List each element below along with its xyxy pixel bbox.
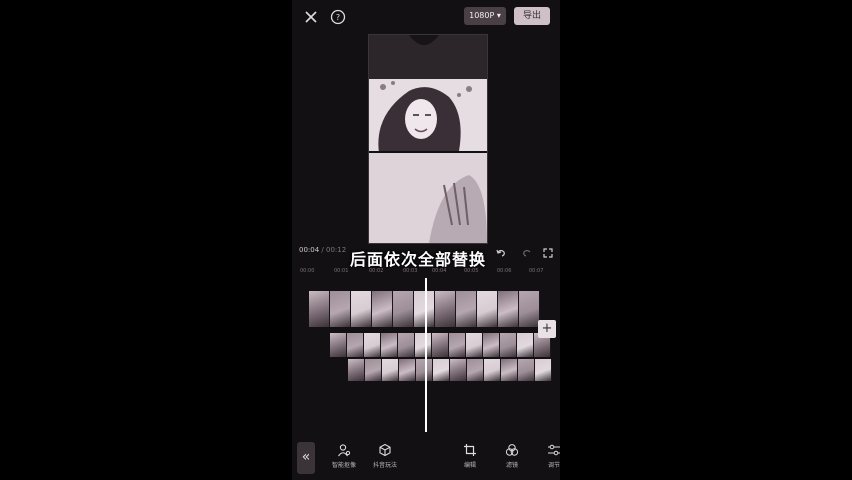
clip-thumbnail	[456, 291, 477, 327]
svg-text:?: ?	[336, 13, 340, 22]
ruler-tick: 00:03	[403, 268, 418, 274]
tool-adjust[interactable]: 调节	[536, 442, 560, 469]
ruler-tick: 00:07	[529, 268, 544, 274]
clip-thumbnail	[484, 359, 501, 381]
clip-thumbnail	[399, 359, 416, 381]
undo-icon[interactable]	[495, 244, 507, 257]
clip-thumbnail	[518, 359, 535, 381]
video-preview[interactable]	[368, 34, 488, 244]
clip-thumbnail	[477, 291, 498, 327]
clip-thumbnail	[517, 333, 534, 357]
ruler-tick: 00:06	[497, 268, 512, 274]
cube-icon	[378, 442, 392, 457]
add-clip-button[interactable]: +	[538, 320, 556, 338]
adjust-icon	[547, 442, 560, 456]
clip-thumbnail	[364, 333, 381, 357]
clip-thumbnail	[432, 333, 449, 357]
clip-thumbnail	[309, 291, 330, 327]
total-time: 00:12	[326, 246, 347, 254]
redo-icon[interactable]	[521, 244, 533, 257]
clip-thumbnail	[433, 359, 450, 381]
clip-thumbnail	[498, 291, 519, 327]
tool-label: 编辑	[463, 462, 476, 469]
clip-thumbnail	[450, 359, 467, 381]
editor-screen: ? 1080P ▾ 导出 00:04 / 00:12 后面依次全部替换 00:0…	[292, 0, 560, 480]
clip-thumbnail	[365, 359, 382, 381]
playhead[interactable]	[425, 278, 427, 432]
clip-thumbnail	[449, 333, 466, 357]
filter-icon	[505, 442, 519, 456]
clip-thumbnail	[415, 333, 432, 357]
main-video-track[interactable]	[309, 291, 560, 327]
clip-thumbnail	[382, 359, 399, 381]
tool-label: 滤镜	[505, 462, 518, 469]
clip-thumbnail	[435, 291, 456, 327]
tool-edit[interactable]: 编辑	[452, 442, 488, 469]
person-cutout-icon	[337, 442, 351, 457]
clip-thumbnail	[483, 333, 500, 357]
clip-thumbnail	[519, 291, 540, 327]
clip-thumbnail	[393, 291, 414, 327]
clip-thumbnail	[348, 359, 365, 381]
close-icon[interactable]	[302, 8, 320, 26]
clip-thumbnail	[466, 333, 483, 357]
clip-thumbnail	[501, 359, 518, 381]
overlay-track-2[interactable]	[348, 359, 560, 381]
collapse-toolbar-button[interactable]: «	[297, 442, 315, 474]
ruler-tick: 00:01	[334, 268, 349, 274]
playback-time: 00:04 / 00:12	[299, 246, 346, 254]
preview-frame-image	[369, 35, 487, 243]
overlay-track-1[interactable]	[330, 333, 560, 357]
tool-label: 抖音玩法	[372, 462, 397, 469]
clip-thumbnail	[351, 291, 372, 327]
crop-icon	[463, 442, 477, 456]
clip-thumbnail	[330, 333, 347, 357]
current-time: 00:04	[299, 246, 320, 254]
tool-filter[interactable]: 滤镜	[494, 442, 530, 469]
fullscreen-icon[interactable]	[542, 244, 554, 258]
top-bar: ? 1080P ▾ 导出	[292, 0, 560, 34]
tool-label: 调节	[547, 462, 560, 469]
clip-thumbnail	[500, 333, 517, 357]
ruler-tick: 00:02	[369, 268, 384, 274]
help-icon[interactable]: ?	[329, 8, 347, 26]
clip-thumbnail	[535, 359, 552, 381]
ruler-tick: 00:05	[464, 268, 479, 274]
clip-thumbnail	[347, 333, 364, 357]
bottom-toolbar: « 智能抠像 抖音玩法 编辑 滤镜 调节	[292, 436, 560, 480]
ruler-tick: 00:04	[432, 268, 447, 274]
time-separator: /	[319, 246, 326, 254]
clip-thumbnail	[381, 333, 398, 357]
tool-label: 智能抠像	[331, 462, 356, 469]
tool-douyin-effects[interactable]: 抖音玩法	[367, 442, 403, 469]
resolution-button[interactable]: 1080P ▾	[464, 7, 506, 25]
export-button[interactable]: 导出	[514, 7, 550, 25]
tool-smart-cutout[interactable]: 智能抠像	[326, 442, 362, 469]
clip-thumbnail	[330, 291, 351, 327]
ruler-tick: 00:00	[300, 268, 315, 274]
timeline-ruler: 00:00 00:01 00:02 00:03 00:04 00:05 00:0…	[292, 266, 560, 276]
clip-thumbnail	[372, 291, 393, 327]
clip-thumbnail	[467, 359, 484, 381]
clip-thumbnail	[398, 333, 415, 357]
